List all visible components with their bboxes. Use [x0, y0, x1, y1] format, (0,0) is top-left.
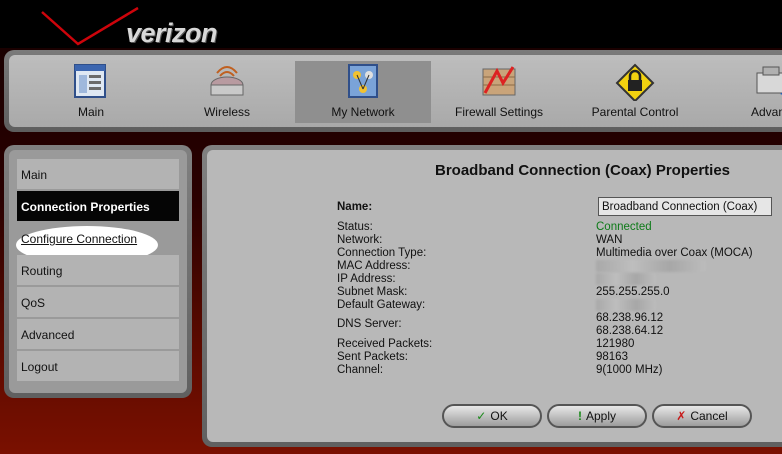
ip-label: IP Address:	[337, 273, 396, 285]
subnet-label: Subnet Mask:	[337, 286, 408, 298]
firewall-icon	[482, 66, 516, 96]
sidebar-item-main[interactable]: Main	[17, 159, 179, 189]
sidebar-item-configure-connection[interactable]: Configure Connection	[17, 223, 179, 253]
mac-label: MAC Address:	[337, 260, 411, 272]
nav-firewall-settings[interactable]: Firewall Settings	[431, 61, 567, 123]
checkmark-icon: ✓	[476, 409, 487, 423]
nav-main-label: Main	[77, 105, 104, 119]
close-icon: ✗	[676, 409, 687, 423]
dns-value-primary: 68.238.96.12	[596, 312, 664, 324]
channel-label: Channel:	[337, 364, 384, 376]
connection-type-value: Multimedia over Coax (MOCA)	[596, 247, 753, 259]
parental-warning-icon	[615, 63, 655, 101]
nav-advanced[interactable]: + Advanc	[703, 61, 782, 123]
sidebar-item-label: Routing	[21, 264, 63, 278]
channel-value: 9(1000 MHz)	[596, 364, 663, 376]
received-packets-label: Received Packets:	[337, 338, 433, 350]
wireless-router-icon	[210, 66, 244, 96]
status-label: Status:	[337, 221, 373, 233]
network-value: WAN	[596, 234, 623, 246]
connection-type-row: Connection Type: Multimedia over Coax (M…	[337, 247, 782, 260]
dns-row: DNS Server: 68.238.96.12 68.238.64.12	[337, 312, 782, 338]
dns-value-secondary: 68.238.64.12	[596, 325, 664, 337]
sidebar-item-logout[interactable]: Logout	[17, 351, 179, 381]
cancel-label: Cancel	[690, 409, 728, 423]
sidebar-item-routing[interactable]: Routing	[17, 255, 179, 285]
ok-button[interactable]: ✓ OK	[442, 404, 542, 428]
subnet-row: Subnet Mask: 255.255.255.0	[337, 286, 782, 299]
sidebar-item-label: Configure Connection	[21, 232, 138, 246]
sidebar-item-label: Main	[21, 168, 48, 182]
sidebar-item-qos[interactable]: QoS	[17, 287, 179, 317]
sent-packets-value: 98163	[596, 351, 628, 363]
main-panel: Broadband Connection (Coax) Properties N…	[202, 145, 782, 447]
sent-packets-label: Sent Packets:	[337, 351, 408, 363]
network-row: Network: WAN	[337, 234, 782, 247]
nav-wireless-label: Wireless	[203, 105, 250, 119]
advanced-icon: +	[756, 66, 782, 101]
verizon-check-icon	[41, 6, 139, 46]
nav-my-network[interactable]: My Network	[295, 61, 431, 123]
connection-name-input[interactable]	[598, 197, 772, 216]
nav-my-network-label: My Network	[331, 105, 395, 119]
nav-firewall-label: Firewall Settings	[454, 105, 544, 119]
network-label: Network:	[337, 234, 383, 246]
nav-parental-control[interactable]: Parental Control	[567, 61, 703, 123]
mac-row: MAC Address:	[337, 260, 782, 273]
sidebar: Main Connection Properties Configure Con…	[4, 145, 192, 398]
apply-button[interactable]: ! Apply	[547, 404, 647, 428]
connection-type-label: Connection Type:	[337, 247, 427, 259]
nav-main[interactable]: Main	[23, 61, 159, 123]
properties-table: Name: Status: Connected Network: WAN Con…	[337, 197, 782, 377]
sidebar-item-connection-properties[interactable]: Connection Properties	[17, 191, 179, 221]
sidebar-item-label: Logout	[21, 360, 58, 374]
top-navigation: Main Wireless My Network Firewall Settin…	[4, 50, 782, 132]
channel-row: Channel: 9(1000 MHz)	[337, 364, 782, 377]
received-packets-row: Received Packets: 121980	[337, 338, 782, 351]
status-row: Status: Connected	[337, 221, 782, 234]
network-icon	[348, 64, 378, 98]
page-title: Broadband Connection (Coax) Properties	[435, 162, 731, 179]
name-label: Name:	[337, 201, 373, 213]
sidebar-item-advanced[interactable]: Advanced	[17, 319, 179, 349]
apply-label: Apply	[585, 409, 617, 423]
nav-wireless[interactable]: Wireless	[159, 61, 295, 123]
nav-advanced-label: Advanc	[750, 105, 782, 119]
sent-packets-row: Sent Packets: 98163	[337, 351, 782, 364]
nav-parental-label: Parental Control	[591, 105, 679, 119]
ip-row: IP Address:	[337, 273, 782, 286]
status-value: Connected	[596, 221, 652, 233]
exclamation-icon: !	[577, 409, 582, 423]
gateway-row: Default Gateway:	[337, 299, 782, 312]
name-row: Name:	[337, 197, 782, 221]
ok-label: OK	[490, 409, 508, 423]
dns-label: DNS Server:	[337, 318, 402, 330]
logo-text: verizon	[126, 18, 218, 48]
sidebar-item-label: Advanced	[21, 328, 75, 342]
sidebar-item-label: Connection Properties	[21, 200, 150, 214]
cancel-button[interactable]: ✗ Cancel	[652, 404, 752, 428]
received-packets-value: 121980	[596, 338, 635, 350]
subnet-value: 255.255.255.0	[596, 286, 670, 298]
gateway-label: Default Gateway:	[337, 299, 426, 311]
sidebar-item-label: QoS	[21, 296, 46, 310]
main-window-icon	[74, 64, 106, 98]
verizon-logo: verizon	[40, 6, 240, 48]
